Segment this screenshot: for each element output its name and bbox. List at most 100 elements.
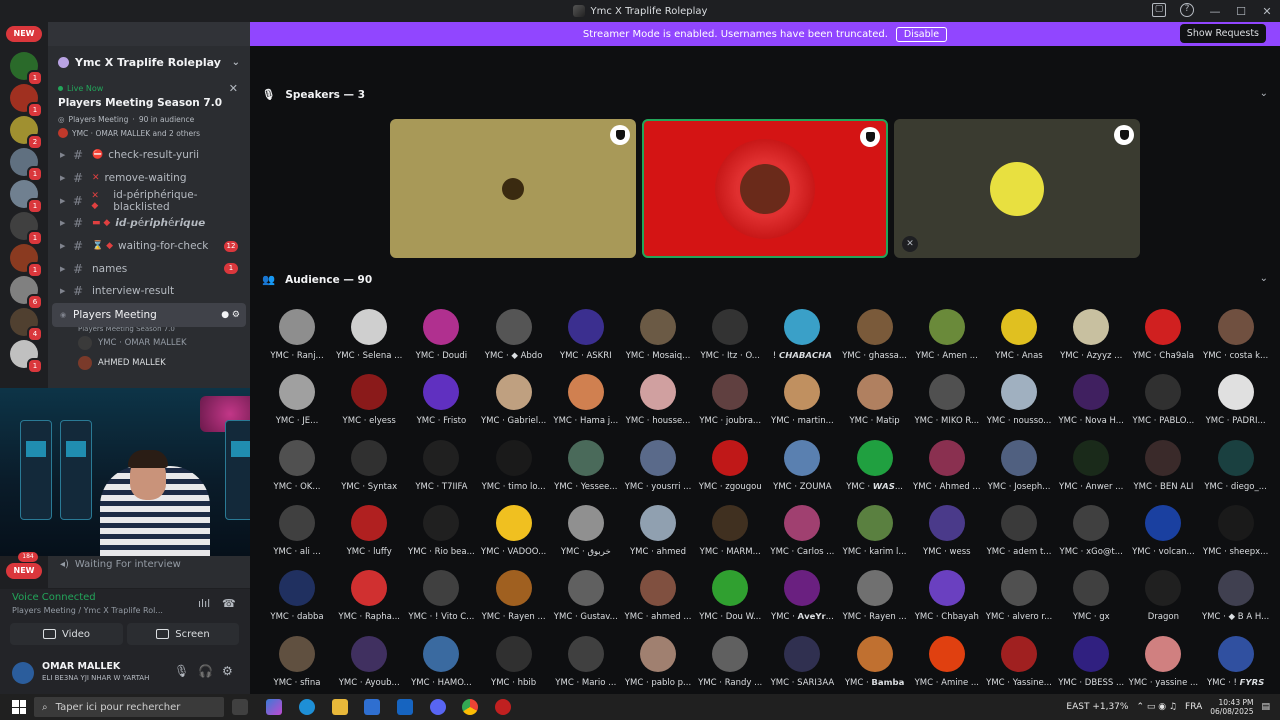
audience-member[interactable]: YMC · SARI3AA: [766, 635, 838, 695]
collapse-arrow-icon[interactable]: ▶: [60, 265, 68, 273]
noise-suppression-icon[interactable]: ılıl: [198, 597, 210, 610]
channel-item[interactable]: ▶ # ✕ remove-waiting: [48, 167, 250, 190]
audience-member[interactable]: YMC · Ranj...: [261, 309, 333, 369]
chevron-down-icon[interactable]: ⌄: [1260, 273, 1268, 284]
notification-icon[interactable]: ▤: [1261, 702, 1270, 712]
app-icon[interactable]: [495, 699, 511, 715]
disable-streamer-button[interactable]: Disable: [895, 26, 948, 42]
avatar[interactable]: [12, 662, 34, 684]
audience-member[interactable]: YMC · costa k...: [1200, 309, 1272, 369]
copilot-icon[interactable]: [266, 699, 282, 715]
audience-member[interactable]: YMC · dabba: [261, 570, 333, 630]
screen-share-button[interactable]: Screen: [127, 623, 239, 645]
close-window-button[interactable]: ✕: [1254, 5, 1280, 18]
audience-member[interactable]: YMC · xGo@t...: [1055, 504, 1127, 565]
audience-member[interactable]: YMC · diego_...: [1200, 439, 1272, 500]
voice-user[interactable]: AHMED MALLEK: [48, 353, 250, 373]
collapse-arrow-icon[interactable]: ▶: [60, 219, 68, 227]
audience-member[interactable]: YMC · luffy: [333, 504, 405, 565]
audience-member[interactable]: YMC · martin...: [766, 374, 838, 434]
chevron-down-icon[interactable]: ⌄: [232, 57, 240, 68]
audience-member[interactable]: YMC · Rayen ...: [478, 570, 550, 630]
file-explorer-icon[interactable]: [332, 699, 348, 715]
audience-member[interactable]: YMC · sheepx...: [1200, 504, 1272, 565]
speaker-tile[interactable]: ✕: [894, 119, 1140, 258]
collapse-arrow-icon[interactable]: ▶: [60, 197, 68, 205]
audience-member[interactable]: YMC · ◆ Abdo: [478, 309, 550, 369]
gear-icon[interactable]: ⚙: [222, 664, 233, 678]
audience-member[interactable]: YMC · karim l...: [839, 504, 911, 565]
channel-item[interactable]: ▶ # ▬ ◆ 𝙞𝙙-𝙥é𝙧𝙞𝙥𝙝é𝙧𝙞𝙦𝙪𝙚: [48, 212, 250, 235]
audience-member[interactable]: YMC · Yessee...: [550, 439, 622, 500]
audience-member[interactable]: YMC · VADOO...: [478, 504, 550, 565]
audience-member[interactable]: YMC · Randy ...: [694, 635, 766, 695]
audience-member[interactable]: YMC · Ayoub...: [333, 635, 405, 695]
new-pill[interactable]: NEW: [6, 563, 42, 579]
audience-member[interactable]: YMC · Fristo: [405, 374, 477, 434]
audience-member[interactable]: YMC · ! 𝙁𝙔𝙍𝙎: [1200, 635, 1272, 695]
audience-member[interactable]: YMC · ASKRI: [550, 309, 622, 369]
audience-member[interactable]: YMC · yassine ...: [1127, 635, 1199, 695]
collapse-arrow-icon[interactable]: ▶: [60, 287, 68, 295]
audience-member[interactable]: YMC · MARM...: [694, 504, 766, 565]
audience-member[interactable]: YMC · zgougou: [694, 439, 766, 500]
microphone-icon[interactable]: 🎙: [174, 664, 189, 678]
audience-member[interactable]: YMC · adem t...: [983, 504, 1055, 565]
audience-member[interactable]: YMC · ahmed: [622, 504, 694, 565]
audience-member[interactable]: YMC · elyess: [333, 374, 405, 434]
audience-member[interactable]: YMC · sfina: [261, 635, 333, 695]
audience-member[interactable]: YMC · ghassa...: [839, 309, 911, 369]
outlook-icon[interactable]: [397, 699, 413, 715]
audience-member[interactable]: YMC · hbib: [478, 635, 550, 695]
audience-member[interactable]: YMC · ali ...: [261, 504, 333, 565]
audience-member[interactable]: YMC · Rio bea...: [405, 504, 477, 565]
collapse-arrow-icon[interactable]: ▶: [60, 174, 68, 182]
audience-member[interactable]: YMC · 𝗕𝗮𝗺𝗯𝗮: [839, 635, 911, 695]
audience-member[interactable]: YMC · Ahmed ...: [911, 439, 983, 500]
audience-member[interactable]: YMC · gx: [1055, 570, 1127, 630]
audience-member[interactable]: YMC · Mario ...: [550, 635, 622, 695]
audience-member[interactable]: YMC · Matip: [839, 374, 911, 434]
audience-member[interactable]: YMC · 𝙒𝘼𝙎...: [839, 439, 911, 500]
audience-member[interactable]: YMC · Yassine...: [983, 635, 1055, 695]
clock[interactable]: 10:43 PM 06/08/2025: [1210, 698, 1253, 716]
new-pill[interactable]: NEW: [6, 26, 42, 42]
channel-item[interactable]: ▶ # ⌛ ◆ waiting-for-check 12: [48, 235, 250, 258]
audience-member[interactable]: YMC · Mosaiq...: [622, 309, 694, 369]
collapse-arrow-icon[interactable]: ▶: [60, 242, 68, 250]
audience-member[interactable]: YMC · T7IIFA: [405, 439, 477, 500]
inbox-icon[interactable]: ▢: [1152, 3, 1166, 17]
audience-member[interactable]: YMC · Anas: [983, 309, 1055, 369]
tray-icons[interactable]: ⌃ ▭ ◉ ♫: [1136, 702, 1177, 712]
audience-member[interactable]: YMC · PABLO...: [1127, 374, 1199, 434]
audience-member[interactable]: YMC · Syntax: [333, 439, 405, 500]
channel-item[interactable]: ▶ # ⛔ check-result-yurii: [48, 144, 250, 167]
taskbar-search-input[interactable]: ⌕ Taper ici pour rechercher: [34, 697, 224, 717]
audience-member[interactable]: YMC · yousrri ...: [622, 439, 694, 500]
audience-member[interactable]: YMC · JE...: [261, 374, 333, 434]
audience-member[interactable]: YMC · timo lo...: [478, 439, 550, 500]
audience-member[interactable]: YMC · Cha9ala: [1127, 309, 1199, 369]
maximize-button[interactable]: ☐: [1228, 5, 1254, 18]
audience-member[interactable]: YMC · Carlos ...: [766, 504, 838, 565]
audience-member[interactable]: YMC · Dou W...: [694, 570, 766, 630]
channel-waiting-for-interview[interactable]: ◂) Waiting For interview: [48, 556, 250, 572]
audience-member[interactable]: YMC · Anwer ...: [1055, 439, 1127, 500]
audience-member[interactable]: YMC · housse...: [622, 374, 694, 434]
audience-member[interactable]: YMC · Hama j...: [550, 374, 622, 434]
help-icon[interactable]: ?: [1180, 3, 1194, 17]
audience-member[interactable]: YMC · Amen ...: [911, 309, 983, 369]
audience-member[interactable]: Dragon: [1127, 570, 1199, 630]
channel-item[interactable]: ▶ # interview-result: [48, 280, 250, 303]
channel-item[interactable]: ▶ # ✕ ◆ id-périphérique-blacklisted: [48, 189, 250, 213]
audience-member[interactable]: YMC · Azyyz ...: [1055, 309, 1127, 369]
audience-member[interactable]: YMC · alvero r...: [983, 570, 1055, 630]
audience-member[interactable]: ! 𝘾𝙃𝘼𝘽𝘼𝘾𝙃𝘼: [766, 309, 838, 369]
voice-connected-location[interactable]: Players Meeting / Ymc X Traplife Rol...: [12, 606, 163, 615]
chevron-down-icon[interactable]: ⌄: [1260, 88, 1268, 99]
speaker-tile[interactable]: [642, 119, 888, 258]
audience-member[interactable]: YMC · DBESS ...: [1055, 635, 1127, 695]
audience-member[interactable]: YMC · ahmed ...: [622, 570, 694, 630]
discord-icon[interactable]: [430, 699, 446, 715]
channel-item[interactable]: ▶ # names 1: [48, 257, 250, 280]
